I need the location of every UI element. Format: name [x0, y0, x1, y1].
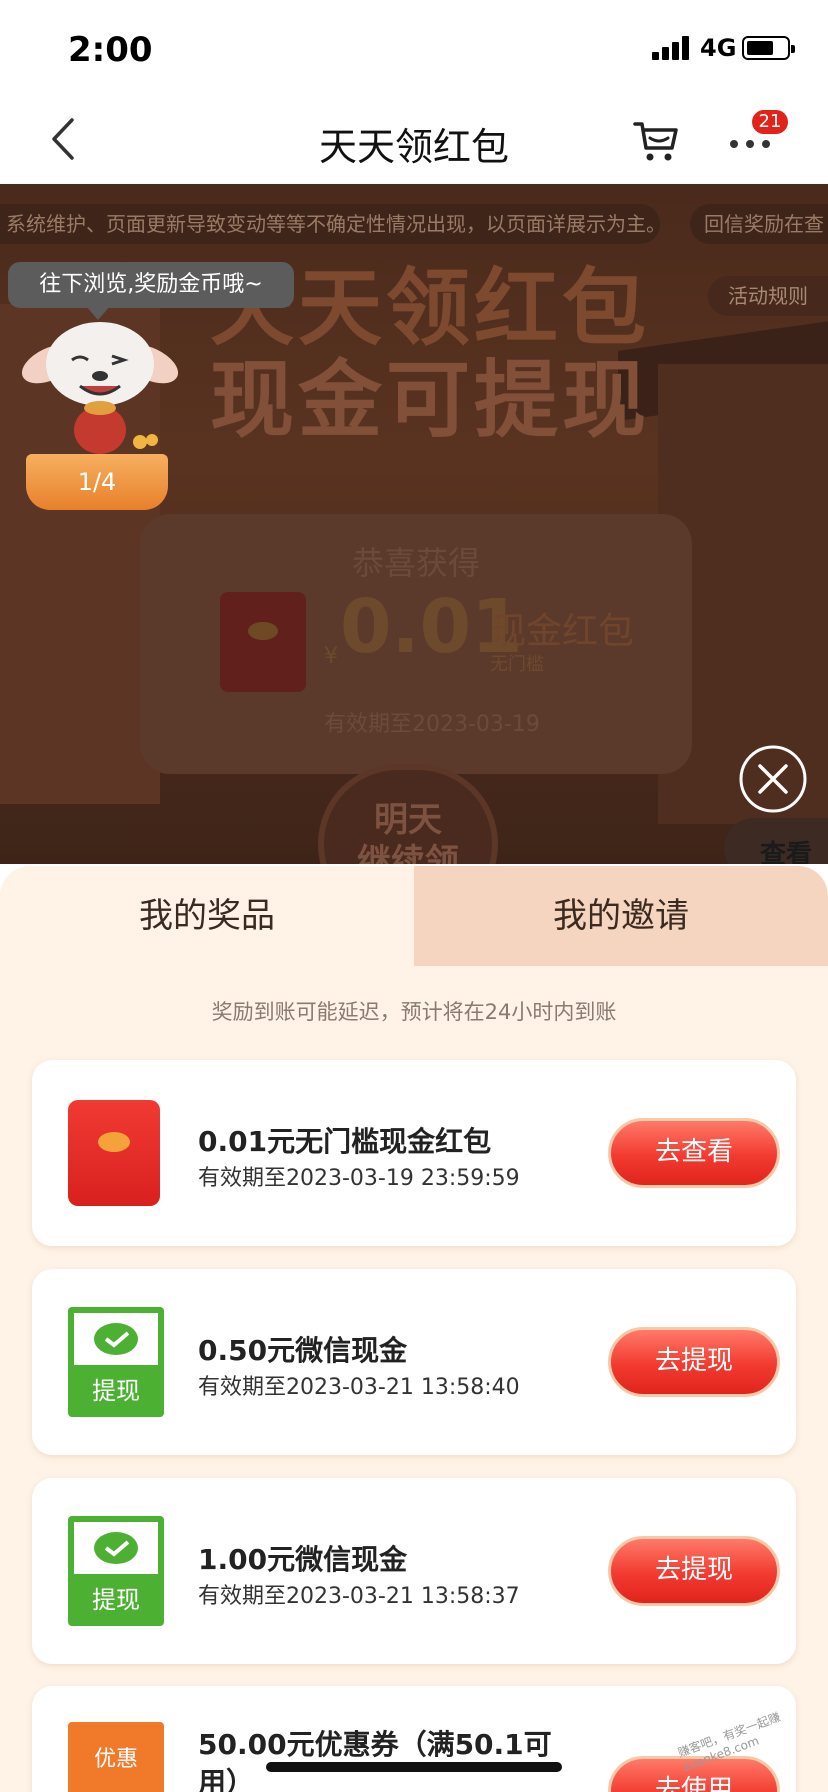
withdraw-button[interactable]: 去提现	[608, 1327, 780, 1397]
item-valid-date: 有效期至2023-03-21 13:58:37	[198, 1584, 520, 1609]
view-button[interactable]: 查看	[724, 818, 828, 864]
rewards-panel: 我的邀请 我的奖品 奖励到账可能延迟，预计将在24小时内到账 0.01元无门槛现…	[0, 866, 828, 1792]
item-title: 0.01元无门槛现金红包	[198, 1125, 492, 1158]
delay-notice: 奖励到账可能延迟，预计将在24小时内到账	[211, 1000, 617, 1024]
coupon-icon: 优惠	[68, 1722, 164, 1792]
progress-counter: 1/4	[26, 454, 168, 510]
close-icon[interactable]	[738, 744, 808, 814]
prize-currency: ¥	[324, 644, 338, 669]
item-valid-date: 有效期至2023-03-21 13:58:40	[198, 1375, 520, 1400]
cart-icon[interactable]	[632, 118, 680, 164]
nav-bar: 天天领红包 21	[0, 96, 828, 184]
red-envelope-icon	[68, 1100, 160, 1206]
network-type: 4G	[700, 34, 737, 62]
prize-valid-date: 有效期至2023-03-19	[324, 712, 540, 737]
come-back-tomorrow-button[interactable]: 明天 继续领	[318, 764, 498, 864]
list-item: 优惠 50.00元优惠券（满50.1可用） 去使用	[32, 1686, 796, 1792]
item-title: 50.00元优惠券（满50.1可用）	[198, 1728, 552, 1792]
rules-button[interactable]: 活动规则	[708, 276, 828, 316]
tab-my-prizes[interactable]: 我的奖品	[0, 866, 414, 966]
prize-condition: 无门槛	[490, 654, 544, 675]
list-item: 提现 1.00元微信现金 有效期至2023-03-21 13:58:37 去提现	[32, 1478, 796, 1664]
signal-icon	[652, 36, 692, 60]
coupon-label: 优惠	[93, 1747, 138, 1772]
withdraw-label: 提现	[92, 1586, 140, 1614]
status-bar: 2:00 4G	[0, 0, 828, 96]
tab-my-invitations[interactable]: 我的邀请	[414, 866, 828, 966]
page-title: 天天领红包	[318, 125, 509, 169]
notice-ticker: 系统维护、页面更新导致变动等等不确定性情况出现，以页面详展示为主。	[0, 204, 660, 244]
prize-header: 恭喜获得	[351, 544, 480, 582]
list-item: 0.01元无门槛现金红包 有效期至2023-03-19 23:59:59 去查看	[32, 1060, 796, 1246]
withdraw-label: 提现	[92, 1377, 140, 1405]
campaign-title-line2: 现金可提现	[209, 351, 650, 449]
item-title: 0.50元微信现金	[198, 1334, 408, 1367]
mascot-dog-icon[interactable]	[10, 312, 180, 462]
withdraw-button[interactable]: 去提现	[608, 1536, 780, 1606]
view-prize-button[interactable]: 去查看	[608, 1118, 780, 1188]
wechat-icon: 提现	[68, 1307, 164, 1417]
message-badge: 21	[752, 110, 788, 134]
reward-ticker: 回信奖励在查	[690, 204, 828, 244]
prize-card: 恭喜获得 ¥ 0.01 现金红包 无门槛 有效期至2023-03-19	[140, 514, 692, 774]
battery-icon	[742, 36, 795, 60]
list-item: 提现 0.50元微信现金 有效期至2023-03-21 13:58:40 去提现	[32, 1269, 796, 1455]
home-indicator[interactable]	[266, 1762, 562, 1772]
prize-type: 现金红包	[490, 611, 635, 652]
browse-tip: 往下浏览,奖励金币哦~	[8, 262, 294, 308]
status-time: 2:00	[68, 30, 153, 70]
item-title: 1.00元微信现金	[198, 1543, 408, 1576]
wechat-icon: 提现	[68, 1516, 164, 1626]
red-envelope-icon	[220, 592, 306, 692]
item-valid-date: 有效期至2023-03-19 23:59:59	[198, 1166, 520, 1191]
tomorrow-label-line2: 继续领	[357, 842, 459, 864]
